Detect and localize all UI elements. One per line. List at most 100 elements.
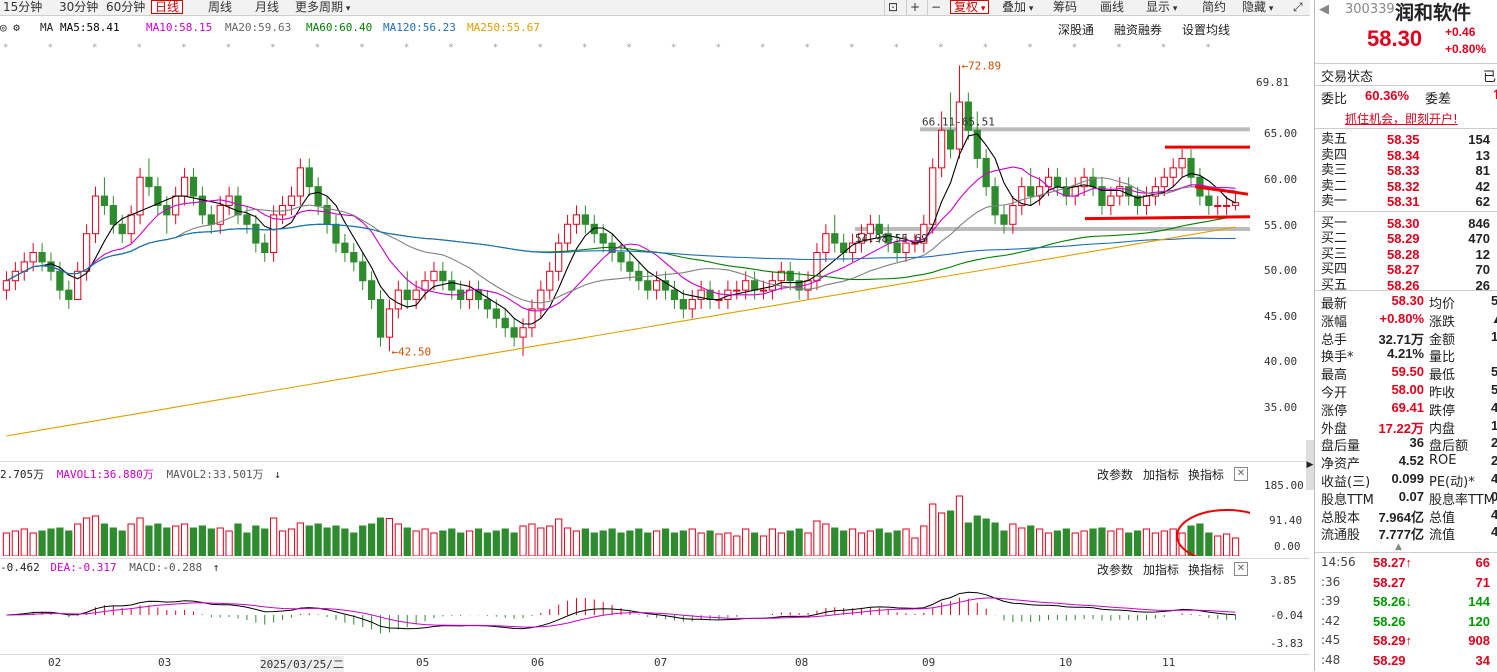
volume-bar — [991, 522, 999, 556]
ask-row[interactable]: 卖二 58.32 42 — [1321, 179, 1497, 194]
ask-row[interactable]: 卖三 58.33 81 — [1321, 163, 1497, 178]
tab-weekly[interactable]: 周线 — [205, 0, 235, 15]
stat-value: 7.777亿 — [1378, 527, 1424, 543]
volume-bar — [822, 523, 830, 556]
volume-bar — [492, 530, 500, 556]
tick-price: 58.29 — [1373, 652, 1406, 668]
stat-value: 0.07 — [1398, 488, 1424, 504]
expand-icon[interactable]: ⤢ — [1290, 0, 1306, 15]
simple-button[interactable]: 简约 — [1199, 0, 1229, 15]
ask-row[interactable]: 卖一 58.31 62 — [1321, 194, 1497, 209]
tick-volume: 908 — [1468, 633, 1490, 648]
tick-price: 58.26 — [1373, 613, 1406, 629]
level-label: 买一 — [1321, 215, 1348, 231]
arrow-up-icon[interactable]: ↑ — [213, 561, 220, 574]
volume-bar — [875, 528, 883, 556]
stat-label-2: 跌停 — [1429, 403, 1456, 419]
candle-body — [82, 233, 91, 272]
stat-row: 总股本 7.964亿 总值 464 — [1321, 507, 1497, 526]
x-label-05: 05 — [416, 656, 430, 669]
lock-icon[interactable]: ⊡ — [884, 0, 901, 15]
volume-bar — [1116, 528, 1124, 556]
set-ma-link[interactable]: 设置均线 — [1182, 21, 1230, 38]
ask-row[interactable]: 卖四 58.34 13 — [1321, 148, 1497, 163]
candle-body — [759, 289, 768, 292]
candle-body — [305, 167, 313, 188]
volume-bar — [1044, 532, 1053, 556]
ask-row[interactable]: 卖五 58.35 154 — [1321, 132, 1497, 147]
level-volume: 81 — [1475, 163, 1490, 178]
volume-bar — [1125, 532, 1133, 556]
back-icon[interactable]: ◀ — [1319, 2, 1329, 17]
macd-legend: -0.462 DEA:-0.317 MACD:-0.288 ↑ — [0, 561, 219, 574]
candle-body — [572, 214, 581, 225]
x-label-08: 08 — [795, 656, 809, 669]
volume-bar — [136, 517, 144, 556]
zoom-out-icon[interactable]: − — [927, 0, 944, 15]
tab-daily[interactable]: 日线 — [151, 0, 184, 14]
volume-bar — [563, 527, 572, 556]
volume-bar — [973, 515, 981, 556]
display-button[interactable]: 显示 — [1143, 0, 1180, 15]
hk-connect-link[interactable]: 深股通 — [1058, 21, 1094, 38]
x-label-06: 06 — [531, 656, 545, 669]
candle-body — [145, 176, 153, 188]
expand-down-icon[interactable]: ▲ — [1395, 542, 1402, 552]
zoom-in-icon[interactable]: + — [906, 0, 923, 15]
volume-bar — [145, 525, 153, 556]
volume-bar — [519, 525, 527, 556]
candle-body — [430, 270, 438, 282]
vol-close-icon[interactable]: ✕ — [1234, 467, 1248, 481]
draw-line-button[interactable]: 画线 — [1097, 0, 1127, 15]
candle-body — [270, 214, 278, 253]
tab-15min[interactable]: 15分钟 — [0, 0, 45, 15]
tick-row: :48 58.29 34 — [1321, 653, 1497, 671]
refresh-icon[interactable]: ◎ ⚙ — [0, 21, 20, 34]
tab-more-periods[interactable]: 更多周期 — [292, 0, 353, 15]
volume-bar — [172, 525, 180, 556]
volume-bar — [537, 527, 545, 556]
bid-row[interactable]: 买四 58.27 70 — [1321, 262, 1497, 277]
volume-bar — [270, 517, 278, 556]
candle-body — [563, 223, 572, 244]
volume-bar — [938, 512, 946, 556]
restore-rights-button[interactable]: 复权 — [950, 0, 990, 14]
tick-time: :39 — [1321, 594, 1341, 608]
tick-time: :48 — [1321, 652, 1341, 667]
candle-body — [207, 214, 215, 225]
volume-bar — [510, 532, 518, 556]
margin-trading-link[interactable]: 融资融券 — [1114, 21, 1162, 38]
stat-value: 59.50 — [1391, 364, 1424, 380]
hide-button[interactable]: 隐藏 — [1239, 0, 1276, 15]
macd-close-icon[interactable]: ✕ — [1234, 562, 1248, 576]
candlestick-chart[interactable]: ←72.89 ←42.50 66.11-65.51 54.98-55.69 * * * * * *… — [0, 40, 1250, 460]
price-change: +0.46 — [1445, 25, 1476, 39]
candle-body — [278, 204, 287, 216]
tab-30min[interactable]: 30分钟 — [56, 0, 101, 15]
bid-row[interactable]: 买一 58.30 846 — [1321, 216, 1497, 231]
ma250-value: MA250:55.67 — [467, 21, 540, 34]
volume-bar — [893, 530, 901, 556]
axis-label-60: 60.00 — [1264, 173, 1298, 186]
open-account-link[interactable]: 抓住机会，即刻开户! — [1345, 110, 1458, 127]
event-marker: * — [271, 43, 276, 53]
tab-monthly[interactable]: 月线 — [252, 0, 282, 15]
chips-button[interactable]: 筹码 — [1050, 0, 1080, 15]
candle-body — [91, 195, 100, 235]
event-marker: * — [894, 43, 899, 53]
volume-bar — [305, 525, 313, 556]
stat-value-2: 19. — [1491, 328, 1497, 344]
volume-bar — [555, 518, 563, 556]
candle-body — [118, 223, 126, 235]
overlay-button[interactable]: 叠加 — [999, 0, 1036, 15]
bid-row[interactable]: 买三 58.28 12 — [1321, 247, 1497, 262]
event-marker: * — [538, 43, 543, 53]
stat-label-2: ROE — [1429, 453, 1457, 469]
stat-value: +0.80% — [1379, 310, 1424, 326]
volume-bar — [813, 520, 821, 556]
bid-row[interactable]: 买二 58.29 470 — [1321, 231, 1497, 246]
tab-60min[interactable]: 60分钟 — [103, 0, 148, 15]
collapse-panel-handle[interactable]: ▶ — [1306, 440, 1314, 490]
weibi-value: 60.36% — [1365, 88, 1410, 103]
macd-axis-bottom: -3.83 — [1270, 637, 1304, 650]
